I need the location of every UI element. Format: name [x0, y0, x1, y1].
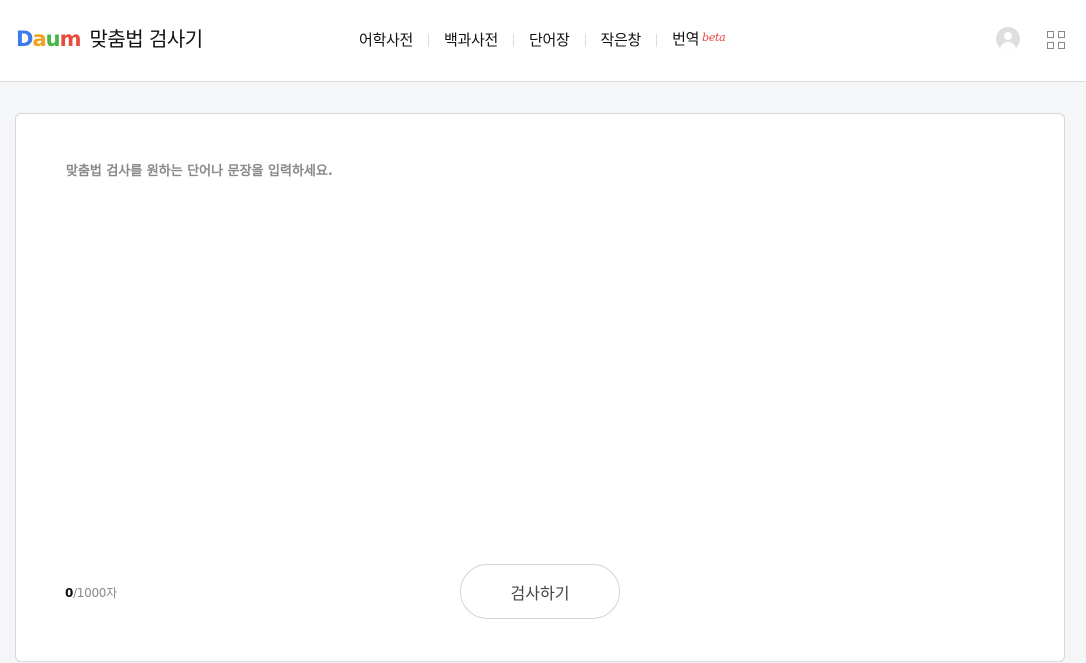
grid-cell: [1047, 31, 1054, 38]
avatar-body-shape: [1000, 42, 1016, 51]
check-spelling-button[interactable]: 검사하기: [460, 564, 620, 619]
daum-logo[interactable]: Daum 맞춤법 검사기: [16, 24, 203, 54]
character-count: 0: [65, 586, 74, 600]
grid-cell: [1058, 31, 1065, 38]
top-header: Daum 맞춤법 검사기 어학사전 백과사전 단어장 작은창 번역 beta: [0, 0, 1086, 82]
nav-item-translate-label: 번역: [672, 30, 700, 48]
grid-cell: [1058, 42, 1065, 49]
logo-letter: D: [16, 27, 33, 51]
logo-letter: m: [59, 27, 82, 51]
nav-item-encyclopedia[interactable]: 백과사전: [444, 28, 498, 52]
user-avatar-icon[interactable]: [996, 27, 1020, 51]
text-input-area[interactable]: [66, 160, 1016, 540]
nav-item-wordbook[interactable]: 단어장: [529, 28, 570, 52]
nav-item-language-dictionary[interactable]: 어학사전: [359, 28, 413, 52]
beta-badge: beta: [702, 31, 726, 44]
grid-menu-icon[interactable]: [1047, 31, 1065, 49]
nav-divider: [428, 33, 430, 47]
daum-logo-mark: Daum: [16, 24, 82, 54]
logo-letter: a: [32, 27, 46, 51]
avatar-head-shape: [1004, 32, 1012, 40]
grid-cell: [1047, 42, 1054, 49]
logo-letter: u: [45, 27, 61, 51]
nav-divider: [656, 33, 658, 47]
character-limit: /1000자: [73, 586, 117, 600]
nav-item-mini-window[interactable]: 작은창: [601, 28, 642, 52]
nav-item-translate[interactable]: 번역 beta: [672, 27, 726, 53]
nav-divider: [584, 33, 586, 47]
nav-divider: [513, 33, 515, 47]
page-title: 맞춤법 검사기: [89, 27, 203, 51]
character-counter: 0/1000자: [65, 584, 117, 601]
service-nav: 어학사전 백과사전 단어장 작은창 번역 beta: [359, 27, 726, 53]
spell-check-panel: 0/1000자 검사하기: [15, 113, 1065, 662]
